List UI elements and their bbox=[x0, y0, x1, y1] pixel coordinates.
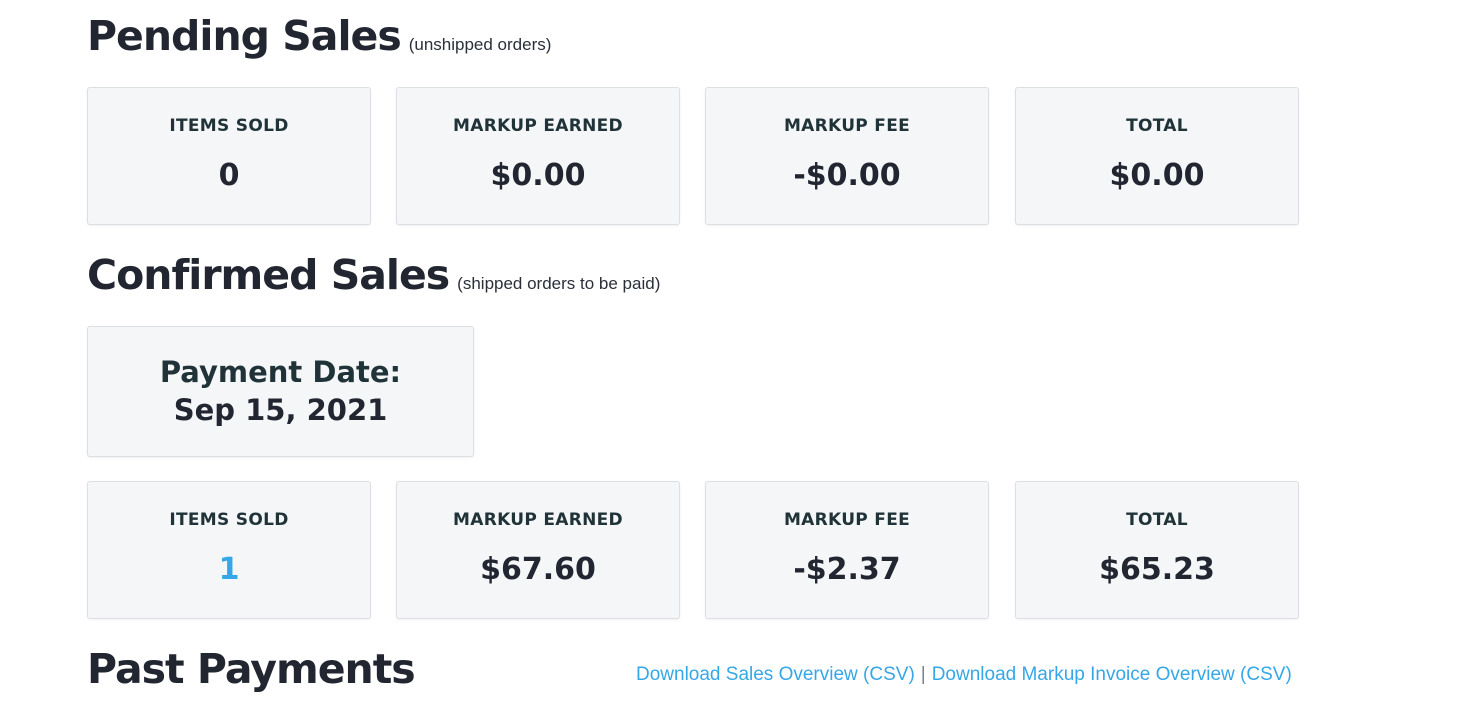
stat-label: TOTAL bbox=[1126, 116, 1188, 136]
pending-sales-heading: Pending Sales (unshipped orders) bbox=[87, 12, 551, 60]
pending-sales-subtitle: (unshipped orders) bbox=[408, 35, 552, 54]
confirmed-markup-fee-card: MARKUP FEE -$2.37 bbox=[705, 481, 989, 619]
pending-items-sold-card: ITEMS SOLD 0 bbox=[87, 87, 371, 225]
pending-total-card: TOTAL $0.00 bbox=[1015, 87, 1299, 225]
stat-label: MARKUP FEE bbox=[783, 116, 911, 136]
stat-label: ITEMS SOLD bbox=[169, 116, 289, 136]
confirmed-sales-heading: Confirmed Sales (shipped orders to be pa… bbox=[87, 251, 660, 299]
stat-value: $0.00 bbox=[490, 158, 586, 193]
download-links: Download Sales Overview (CSV) | Download M… bbox=[636, 664, 1292, 686]
stat-value: $0.00 bbox=[1109, 158, 1205, 193]
pending-sales-title: Pending Sales bbox=[87, 12, 402, 60]
stat-value: -$2.37 bbox=[793, 552, 901, 587]
stat-label: ITEMS SOLD bbox=[169, 510, 289, 530]
stat-value: -$0.00 bbox=[793, 158, 901, 193]
sales-dashboard: Pending Sales (unshipped orders) ITEMS S… bbox=[0, 0, 1476, 706]
confirmed-markup-earned-card: MARKUP EARNED $67.60 bbox=[396, 481, 680, 619]
confirmed-total-card: TOTAL $65.23 bbox=[1015, 481, 1299, 619]
payment-date-card: Payment Date: Sep 15, 2021 bbox=[87, 326, 474, 457]
past-payments-heading: Past Payments bbox=[87, 645, 416, 693]
confirmed-items-sold-card: ITEMS SOLD 1 bbox=[87, 481, 371, 619]
payment-date-value: Sep 15, 2021 bbox=[173, 393, 388, 427]
stat-label: TOTAL bbox=[1126, 510, 1188, 530]
payment-date-label: Payment Date: bbox=[159, 355, 402, 389]
pending-markup-fee-card: MARKUP FEE -$0.00 bbox=[705, 87, 989, 225]
pending-markup-earned-card: MARKUP EARNED $0.00 bbox=[396, 87, 680, 225]
items-sold-link[interactable]: 1 bbox=[88, 552, 370, 587]
download-markup-invoice-link[interactable]: Download Markup Invoice Overview (CSV) bbox=[932, 664, 1292, 685]
stat-label: MARKUP EARNED bbox=[453, 116, 623, 136]
stat-value: $67.60 bbox=[480, 552, 596, 587]
download-sales-overview-link[interactable]: Download Sales Overview (CSV) bbox=[636, 664, 915, 685]
stat-label: MARKUP FEE bbox=[783, 510, 911, 530]
past-payments-title: Past Payments bbox=[87, 645, 416, 693]
stat-value: 0 bbox=[218, 158, 240, 193]
confirmed-sales-title: Confirmed Sales bbox=[87, 251, 450, 299]
stat-value: $65.23 bbox=[1099, 552, 1215, 587]
stat-label: MARKUP EARNED bbox=[453, 510, 623, 530]
link-separator: | bbox=[920, 664, 926, 685]
confirmed-sales-subtitle: (shipped orders to be paid) bbox=[457, 274, 661, 293]
